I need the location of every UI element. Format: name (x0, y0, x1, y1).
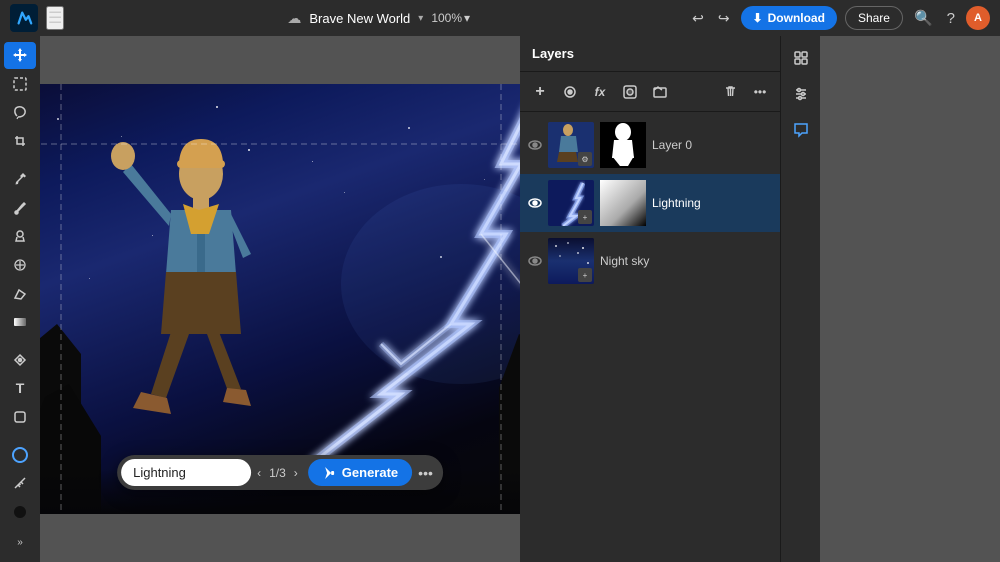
generate-input[interactable]: Lightning (121, 459, 251, 486)
canvas-wrapper: Lightning ‹ 1/3 › Generate ••• (40, 84, 520, 514)
cloud-icon: ☁ (287, 10, 301, 27)
gradient-tool-button[interactable] (4, 309, 36, 336)
panel-title: Layers (532, 46, 768, 61)
layer-item[interactable]: + (520, 174, 780, 232)
canvas-area: Lightning ‹ 1/3 › Generate ••• (40, 36, 520, 562)
layer-thumbnail: + (548, 180, 594, 226)
black-swatch-button[interactable] (4, 499, 36, 526)
layer-thumb-add-icon: + (578, 210, 592, 224)
fx-button[interactable]: fx (586, 78, 614, 106)
panel-header: Layers (520, 36, 780, 72)
far-right-icons (780, 36, 820, 562)
zoom-control[interactable]: 100% ▾ (431, 11, 470, 25)
comment-panel-button[interactable] (785, 114, 817, 146)
layer-visibility-icon[interactable] (528, 196, 542, 211)
ellipse-tool-button[interactable] (4, 441, 36, 468)
layer-visibility-icon[interactable] (528, 254, 542, 269)
layer-name: Lightning (652, 196, 772, 210)
project-name: Brave New World (309, 11, 410, 26)
generate-more-options-button[interactable]: ••• (412, 461, 439, 485)
heal-tool-button[interactable] (4, 252, 36, 279)
ruler-tool-button[interactable] (4, 470, 36, 497)
delete-layer-button[interactable] (716, 78, 744, 106)
left-toolbar: T » (0, 36, 40, 562)
brush-tool-button[interactable] (4, 194, 36, 221)
layer-thumb-settings-icon: ⚙ (578, 152, 592, 166)
brush-layer-button[interactable] (556, 78, 584, 106)
canvas-image[interactable] (40, 84, 520, 514)
move-tool-button[interactable] (4, 42, 36, 69)
main-area: T » (0, 36, 1000, 562)
user-avatar[interactable]: A (966, 6, 990, 30)
generate-label: Generate (342, 465, 398, 480)
panel-action-icons: + fx (520, 72, 780, 112)
crop-tool-button[interactable] (4, 128, 36, 155)
download-label: Download (768, 11, 825, 25)
more-tools-button[interactable]: » (4, 529, 36, 556)
layer-name: Night sky (600, 254, 772, 268)
layers-list: ⚙ Layer 0 (520, 112, 780, 562)
layer-thumbnail: + (548, 238, 594, 284)
lasso-tool-button[interactable] (4, 99, 36, 126)
generate-toolbar: Lightning ‹ 1/3 › Generate ••• (117, 455, 443, 490)
generation-counter: 1/3 (267, 466, 288, 480)
eraser-tool-button[interactable] (4, 280, 36, 307)
topbar-center: ☁ Brave New World ▾ 100% ▾ (76, 10, 681, 27)
layer-item[interactable]: ⚙ Layer 0 (520, 116, 780, 174)
topbar: ☰ ☁ Brave New World ▾ 100% ▾ ↩ ↪ ⬇ Downl… (0, 0, 1000, 36)
layer-thumbnail: ⚙ (548, 122, 594, 168)
prev-generation-button[interactable]: ‹ (251, 462, 267, 484)
share-button[interactable]: Share (845, 6, 903, 30)
eyedropper-tool-button[interactable] (4, 165, 36, 192)
hamburger-menu-icon[interactable]: ☰ (46, 6, 64, 30)
shape-tool-button[interactable] (4, 404, 36, 431)
zoom-level: 100% (431, 11, 462, 25)
adjustments-panel-button[interactable] (785, 78, 817, 110)
help-button[interactable]: ? (944, 7, 958, 30)
add-layer-button[interactable]: + (526, 78, 554, 106)
download-button[interactable]: ⬇ Download (741, 6, 837, 30)
app-logo (10, 4, 38, 32)
properties-panel-button[interactable] (785, 42, 817, 74)
layer-mask-thumbnail (600, 122, 646, 168)
stamp-tool-button[interactable] (4, 223, 36, 250)
pen-tool-button[interactable] (4, 346, 36, 373)
layers-panel: Layers + fx (520, 36, 780, 562)
layer-visibility-icon[interactable] (528, 138, 542, 153)
group-layers-button[interactable] (646, 78, 674, 106)
mask-layer-button[interactable] (616, 78, 644, 106)
text-tool-button[interactable]: T (4, 375, 36, 402)
layer-mask-thumbnail (600, 180, 646, 226)
layer-item[interactable]: + Night sky (520, 232, 780, 290)
right-section: Layers + fx (520, 36, 1000, 562)
next-generation-button[interactable]: › (288, 462, 304, 484)
redo-button[interactable]: ↪ (715, 7, 733, 30)
zoom-chevron-icon: ▾ (464, 11, 470, 25)
layer-thumb-add-icon: + (578, 268, 592, 282)
topbar-right: ↩ ↪ ⬇ Download Share 🔍 ? A (689, 6, 990, 30)
project-dropdown-icon[interactable]: ▾ (418, 13, 423, 24)
undo-button[interactable]: ↩ (689, 7, 707, 30)
selection-tool-button[interactable] (4, 71, 36, 98)
download-icon: ⬇ (753, 11, 763, 25)
panel-more-button[interactable]: ••• (746, 78, 774, 106)
layer-name: Layer 0 (652, 138, 772, 152)
search-button[interactable]: 🔍 (911, 6, 936, 30)
generate-button[interactable]: Generate (308, 459, 412, 486)
